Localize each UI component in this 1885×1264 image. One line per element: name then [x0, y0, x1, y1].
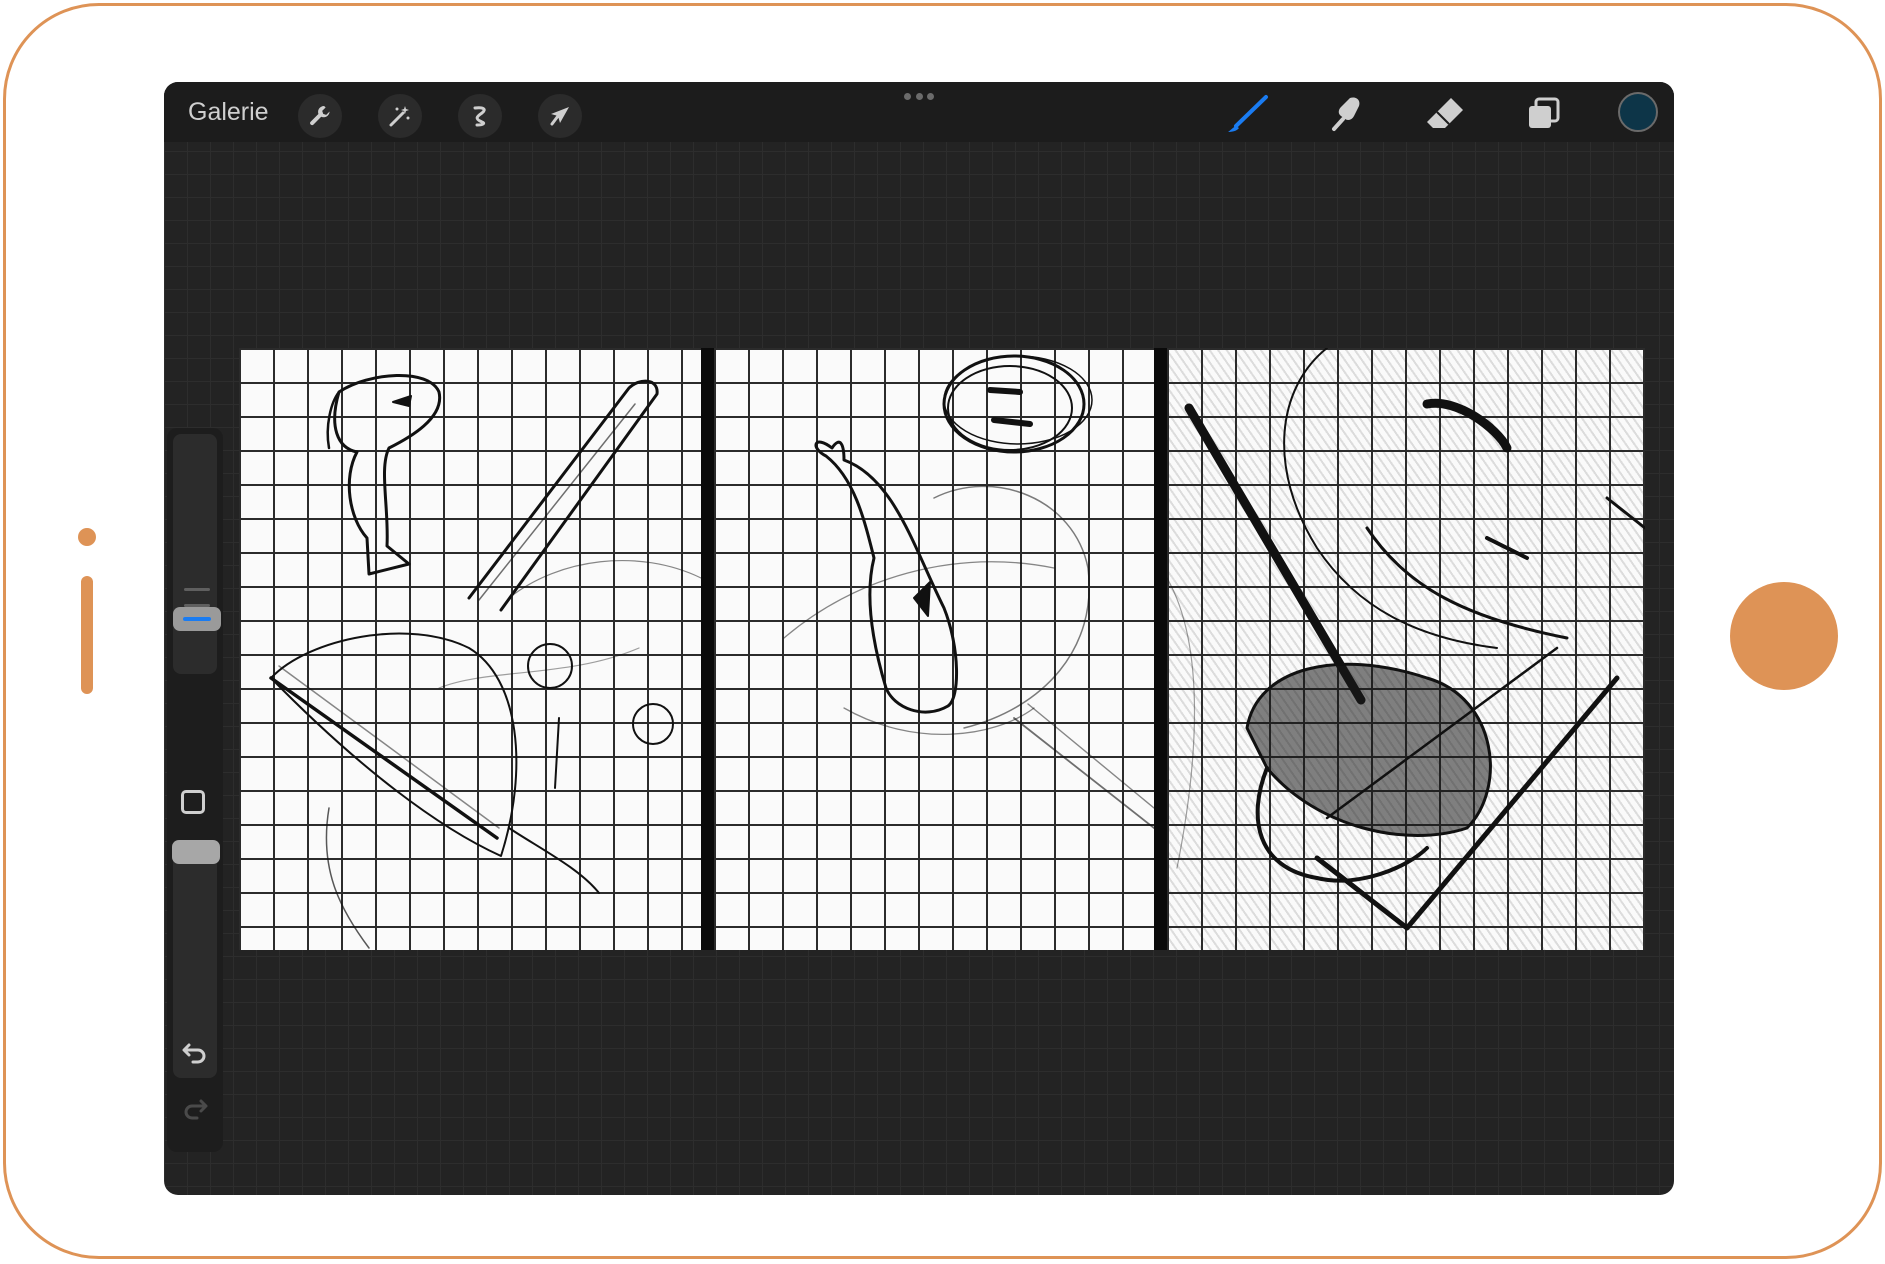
selection-button[interactable]: [458, 94, 502, 138]
brush-size-thumb[interactable]: [173, 607, 221, 631]
canvas-artwork[interactable]: [239, 348, 1645, 950]
sketch-panel-3: [1167, 348, 1645, 950]
actions-button[interactable]: [298, 94, 342, 138]
sketch-panel-2: [714, 348, 1154, 950]
camera-bar: [81, 576, 93, 694]
sketch-drawing: [783, 354, 1154, 829]
brush-size-slider[interactable]: [173, 434, 221, 674]
eraser-icon: [1427, 98, 1463, 128]
transform-button[interactable]: [538, 94, 582, 138]
sketch-panel-1: [239, 348, 701, 950]
left-sidebar: [167, 428, 223, 1152]
top-toolbar: Galerie: [164, 82, 1674, 142]
sketch-drawing: [1167, 348, 1645, 931]
color-picker-button[interactable]: [1618, 92, 1658, 132]
sketch-drawing: [269, 374, 701, 949]
drag-handle[interactable]: [904, 92, 934, 100]
smudge-tool[interactable]: [1324, 92, 1372, 136]
redo-icon: [184, 1099, 208, 1120]
transform-arrow-icon: [550, 107, 569, 126]
layers-button[interactable]: [1519, 92, 1567, 136]
wrench-icon: [310, 106, 330, 126]
smudge-icon: [1332, 97, 1360, 131]
size-tick: [184, 588, 210, 591]
selection-icon: [473, 106, 486, 127]
magic-wand-icon: [389, 106, 410, 127]
undo-button[interactable]: [179, 1038, 211, 1066]
brush-icon: [1228, 95, 1268, 132]
gallery-button[interactable]: Galerie: [188, 98, 269, 126]
redo-button[interactable]: [179, 1094, 211, 1122]
layers-icon: [1529, 97, 1560, 128]
modify-button[interactable]: [181, 790, 205, 814]
undo-icon: [182, 1043, 206, 1064]
opacity-thumb[interactable]: [172, 840, 220, 864]
eraser-tool[interactable]: [1421, 92, 1469, 136]
tablet-frame: Galerie: [3, 3, 1882, 1259]
adjustments-button[interactable]: [378, 94, 422, 138]
camera-dot: [78, 528, 96, 546]
brush-tool[interactable]: [1224, 92, 1272, 136]
home-button[interactable]: [1730, 582, 1838, 690]
app-screen: Galerie: [164, 82, 1674, 1195]
